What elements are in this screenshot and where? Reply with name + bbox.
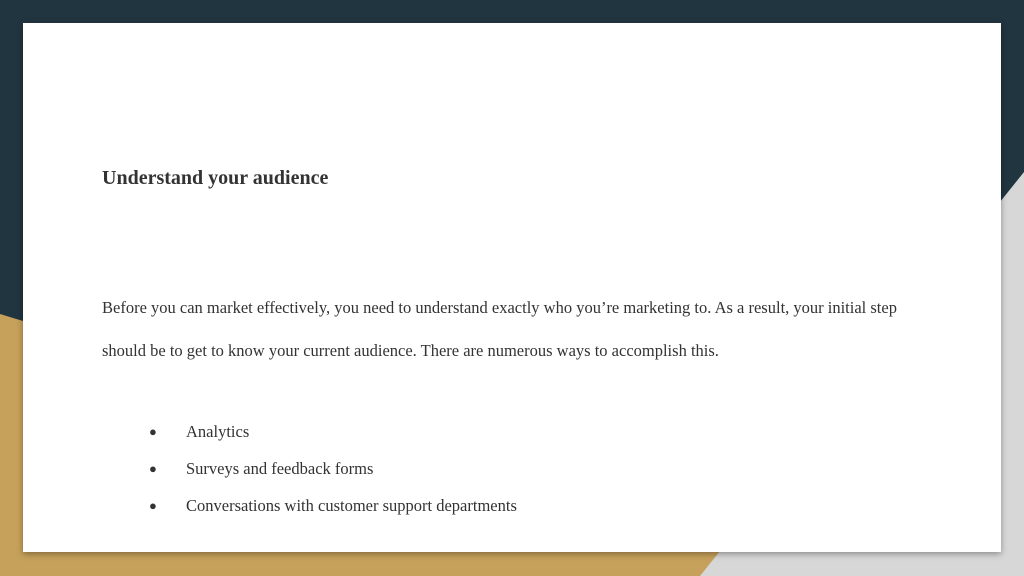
bullet-icon: ● (149, 460, 157, 476)
list-item-text: Analytics (186, 421, 250, 441)
list-item-text: Surveys and feedback forms (186, 458, 374, 478)
list-item: ● Analytics (149, 413, 517, 450)
slide-paragraph: Before you can market effectively, you n… (102, 298, 897, 360)
bullet-icon: ● (149, 497, 157, 513)
list-item-text: Conversations with customer support depa… (186, 495, 517, 515)
list-item: ● Conversations with customer support de… (149, 487, 517, 524)
bullet-icon: ● (149, 423, 157, 439)
list-item: ● Surveys and feedback forms (149, 450, 517, 487)
slide-card: Understand your audience Before you can … (23, 23, 1001, 552)
bullet-list: ● Analytics ● Surveys and feedback forms… (149, 413, 517, 524)
slide-heading: Understand your audience (102, 167, 329, 189)
